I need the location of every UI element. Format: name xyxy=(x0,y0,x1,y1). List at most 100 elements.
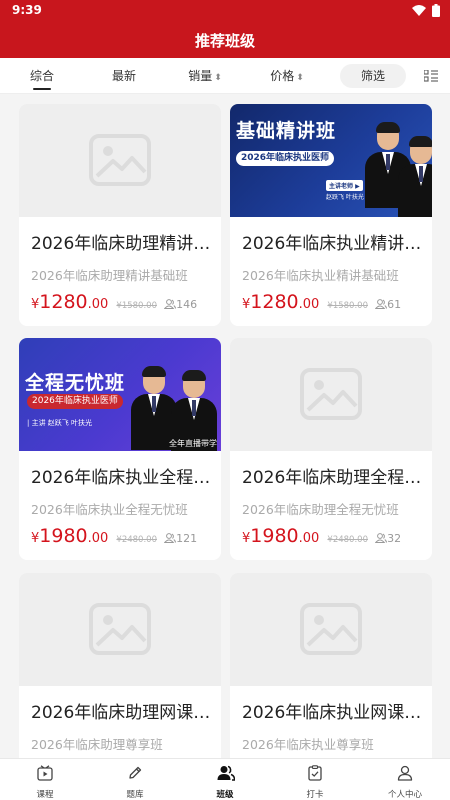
student-count: 61 xyxy=(374,298,402,311)
tab-sales[interactable]: 销量 ⬍ xyxy=(180,58,230,94)
live-tag: 全年直播带学 xyxy=(169,439,217,448)
pencil-icon xyxy=(129,766,142,779)
price-row: ¥1280.00 ¥1580.00 61 xyxy=(242,291,428,317)
student-count: 146 xyxy=(163,298,198,311)
checkin-clipboard-icon xyxy=(308,765,322,781)
placeholder-image-icon xyxy=(300,368,362,420)
course-title: 2026年临床执业全程无忧班 xyxy=(31,468,211,488)
tab-newest[interactable]: 最新 xyxy=(104,58,144,94)
price: 1280 xyxy=(250,291,299,313)
tab-profile-label: 个人中心 xyxy=(387,790,422,800)
course-title: 2026年临床助理网课尊享班 xyxy=(31,703,211,723)
battery-icon xyxy=(432,4,440,17)
original-price: ¥2480.00 xyxy=(116,535,157,545)
course-title: 2026年临床助理精讲基础班 xyxy=(31,234,211,254)
tab-courses[interactable]: 课程 xyxy=(0,759,90,800)
placeholder-image-icon xyxy=(89,134,151,186)
price-cents: .00 xyxy=(298,531,320,546)
play-video-icon xyxy=(37,765,53,781)
students-icon xyxy=(374,533,388,543)
course-subtitle: 2026年临床助理精讲基础班 xyxy=(31,268,188,283)
banner-teachers: | 主讲 赵跃飞 叶扶光 xyxy=(27,419,93,427)
students-icon xyxy=(163,533,177,543)
banner-subtitle: 2026年临床执业医师 xyxy=(27,394,123,409)
student-count: 32 xyxy=(374,532,402,545)
banner-teachers: 赵跃飞 叶扶光 xyxy=(326,194,364,201)
price: 1280 xyxy=(39,291,88,313)
user-icon xyxy=(397,765,413,781)
student-count: 121 xyxy=(163,532,198,545)
placeholder-image-icon xyxy=(300,603,362,655)
placeholder-image-icon xyxy=(89,603,151,655)
course-card[interactable]: 2026年临床执业网课尊享班 2026年临床执业尊享班 xyxy=(230,573,432,758)
course-card[interactable]: 2026年临床助理精讲基础班 2026年临床助理精讲基础班 ¥1280.00 ¥… xyxy=(19,104,221,326)
sort-filter-bar: 综合 最新 销量 ⬍ 价格 ⬍ 筛选 xyxy=(0,58,450,94)
course-thumbnail xyxy=(19,104,221,217)
tab-checkin[interactable]: 打卡 xyxy=(270,759,360,800)
original-price: ¥1580.00 xyxy=(116,301,157,311)
tab-classes-label: 班级 xyxy=(216,790,234,800)
students-icon xyxy=(374,299,388,309)
course-title: 2026年临床执业网课尊享班 xyxy=(242,703,422,723)
tab-classes[interactable]: 班级 xyxy=(180,759,270,800)
course-subtitle: 2026年临床执业全程无忧班 xyxy=(31,502,188,517)
banner-title: 基础精讲班 xyxy=(236,120,337,142)
price-row: ¥1280.00 ¥1580.00 146 xyxy=(31,291,217,317)
course-title: 2026年临床执业精讲基础班 xyxy=(242,234,422,254)
original-price: ¥1580.00 xyxy=(327,301,368,311)
course-thumbnail xyxy=(230,338,432,451)
price-cents: .00 xyxy=(87,297,109,312)
course-card[interactable]: 全程无忧班 2026年临床执业医师 | 主讲 赵跃飞 叶扶光 全年直播带学 20… xyxy=(19,338,221,560)
filter-button[interactable]: 筛选 xyxy=(340,64,406,88)
course-banner: 基础精讲班 2026年临床执业医师 主讲老师 ▶ 赵跃飞 叶扶光 xyxy=(230,104,432,217)
student-count-value: 61 xyxy=(387,298,402,311)
course-card[interactable]: 2026年临床助理网课尊享班 2026年临床助理尊享班 xyxy=(19,573,221,758)
original-price: ¥2480.00 xyxy=(327,535,368,545)
price-cents: .00 xyxy=(298,297,320,312)
course-card[interactable]: 基础精讲班 2026年临床执业医师 主讲老师 ▶ 赵跃飞 叶扶光 2026年临床… xyxy=(230,104,432,326)
tab-comprehensive[interactable]: 综合 xyxy=(22,58,62,94)
grid-list-icon[interactable] xyxy=(424,70,438,82)
tab-price-label: 价格 xyxy=(270,69,295,83)
tab-courses-label: 课程 xyxy=(36,790,54,800)
tab-question-bank[interactable]: 题库 xyxy=(90,759,180,800)
price: 1980 xyxy=(250,525,299,547)
course-subtitle: 2026年临床助理尊享班 xyxy=(31,737,163,752)
course-subtitle: 2026年临床助理全程无忧班 xyxy=(242,502,399,517)
course-title: 2026年临床助理全程无忧班 xyxy=(242,468,422,488)
banner-title: 全程无忧班 xyxy=(25,372,126,394)
student-count-value: 146 xyxy=(176,298,198,311)
course-subtitle: 2026年临床执业尊享班 xyxy=(242,737,374,752)
student-count-value: 32 xyxy=(387,532,402,545)
course-thumbnail xyxy=(19,573,221,686)
price-cents: .00 xyxy=(87,531,109,546)
tab-sales-label: 销量 xyxy=(188,69,213,83)
app-header: 9:39 推荐班级 xyxy=(0,0,450,58)
status-bar: 9:39 xyxy=(0,0,450,22)
banner-subtitle: 2026年临床执业医师 xyxy=(236,151,335,166)
course-grid: 2026年临床助理精讲基础班 2026年临床助理精讲基础班 ¥1280.00 ¥… xyxy=(0,95,450,758)
students-icon xyxy=(163,299,177,309)
course-subtitle: 2026年临床执业精讲基础班 xyxy=(242,268,399,283)
wifi-icon xyxy=(412,5,426,16)
class-group-icon xyxy=(217,765,235,781)
course-card[interactable]: 2026年临床助理全程无忧班 2026年临床助理全程无忧班 ¥1980.00 ¥… xyxy=(230,338,432,560)
status-time: 9:39 xyxy=(12,3,42,17)
price-row: ¥1980.00 ¥2480.00 121 xyxy=(31,525,217,551)
price: 1980 xyxy=(39,525,88,547)
course-thumbnail xyxy=(230,573,432,686)
tab-comprehensive-label: 综合 xyxy=(29,69,54,83)
tab-checkin-label: 打卡 xyxy=(306,790,324,800)
course-banner: 全程无忧班 2026年临床执业医师 | 主讲 赵跃飞 叶扶光 全年直播带学 xyxy=(19,338,221,451)
bottom-tab-bar: 课程 题库 班级 打卡 个人中心 xyxy=(0,758,450,800)
sort-arrows-icon: ⬍ xyxy=(296,73,304,83)
student-count-value: 121 xyxy=(176,532,198,545)
sort-arrows-icon: ⬍ xyxy=(214,73,222,83)
tab-price[interactable]: 价格 ⬍ xyxy=(262,58,312,94)
tab-question-bank-label: 题库 xyxy=(126,790,144,800)
tab-profile[interactable]: 个人中心 xyxy=(360,759,450,800)
tab-newest-label: 最新 xyxy=(111,69,136,83)
price-row: ¥1980.00 ¥2480.00 32 xyxy=(242,525,428,551)
status-icons xyxy=(412,4,440,17)
banner-teacher-tag: 主讲老师 ▶ xyxy=(326,180,363,191)
